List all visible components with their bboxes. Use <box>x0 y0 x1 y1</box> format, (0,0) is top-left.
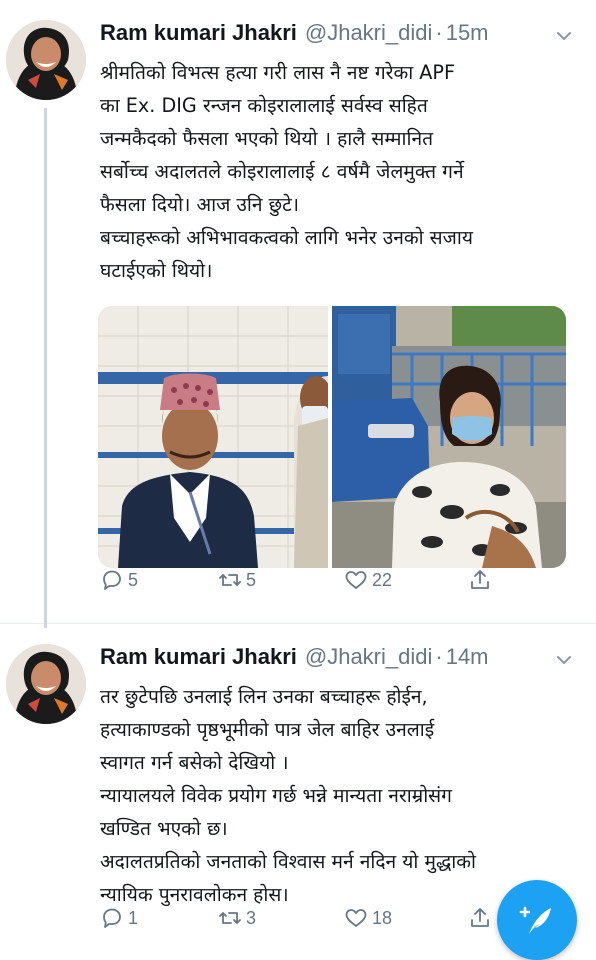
retweet-icon <box>219 574 241 586</box>
media-photo-man-in-topi[interactable] <box>98 306 328 568</box>
like-count: 22 <box>372 569 393 590</box>
share-icon <box>471 908 489 927</box>
share-button[interactable] <box>468 903 492 933</box>
reply-count: 5 <box>128 569 139 590</box>
tweet-media[interactable] <box>98 306 566 568</box>
compose-tweet-button[interactable] <box>497 880 577 960</box>
media-photo-woman-in-mask[interactable] <box>332 306 566 568</box>
reply-button[interactable]: 1 <box>100 903 138 933</box>
heart-icon <box>345 571 367 589</box>
retweet-count: 3 <box>246 907 257 928</box>
tweet-header: Ram kumari Jhakri @Jhakri_didi · 15m <box>100 20 489 50</box>
author-handle[interactable]: @Jhakri_didi <box>305 644 433 670</box>
tweet-text-line: श्रीमतिको विभत्स हत्या गरी लास नै नष्ट ग… <box>100 61 456 84</box>
separator-dot: · <box>435 20 443 45</box>
reply-button[interactable]: 5 <box>100 565 138 595</box>
compose-tweet-icon <box>519 906 551 934</box>
tweet-text: श्रीमतिको विभत्स हत्या गरी लास नै नष्ट ग… <box>100 56 580 287</box>
retweet-button[interactable]: 5 <box>218 565 256 595</box>
tweet-text: तर छुटेपछि उनलाई लिन उनका बच्चाहरू होईन,… <box>100 680 580 911</box>
like-count: 18 <box>372 907 393 928</box>
author-handle[interactable]: @Jhakri_didi <box>305 20 433 46</box>
avatar[interactable] <box>6 644 86 724</box>
like-button[interactable]: 22 <box>344 565 392 595</box>
tweet-text-line: जन्मकैदको फैसला भएको थियो । हालै सम्मानि… <box>100 127 434 150</box>
tweet-text-line: बच्चाहरूको अभिभावकत्वको लागि भनेर उनको स… <box>100 226 473 249</box>
heart-icon <box>345 909 367 927</box>
tweet-text-line: हत्याकाण्डको पृष्ठभूमीको पात्र जेल बाहिर… <box>100 718 435 741</box>
tweet-text-line: का Ex. DIG रन्जन कोइरालालाई सर्वस्व सहित <box>100 94 428 117</box>
reply-icon <box>103 908 121 928</box>
tweet-text-line: खण्डित भएको छ। <box>100 817 228 840</box>
tweet-text-line: घटाईएको थियो। <box>100 259 213 282</box>
separator-dot: · <box>435 644 443 669</box>
retweet-count: 5 <box>246 569 257 590</box>
tweet-text-line: स्वागत गर्न बसेको देखियो । <box>100 751 289 774</box>
share-button[interactable] <box>468 565 492 595</box>
reply-icon <box>103 570 121 590</box>
tweet[interactable]: Ram kumari Jhakri @Jhakri_didi · 15m श्र… <box>0 0 596 628</box>
chevron-down-icon[interactable] <box>554 650 574 670</box>
tweet-text-line: तर छुटेपछि उनलाई लिन उनका बच्चाहरू होईन, <box>100 685 428 708</box>
tweet-text-line: सर्बोच्च अदालतले कोइरालालाई ८ वर्षमै जेल… <box>100 160 464 183</box>
tweet-text-line: अदालतप्रतिको जनताको विश्वास मर्न नदिन यो… <box>100 850 476 873</box>
tweet-header: Ram kumari Jhakri @Jhakri_didi · 14m <box>100 644 489 674</box>
tweet-timestamp[interactable]: 14m <box>446 644 489 670</box>
share-icon <box>471 570 489 589</box>
chevron-down-icon[interactable] <box>554 26 574 46</box>
author-name[interactable]: Ram kumari Jhakri <box>100 20 297 46</box>
retweet-icon <box>219 912 241 924</box>
thread-connector-line <box>44 108 47 628</box>
author-name[interactable]: Ram kumari Jhakri <box>100 644 297 670</box>
tweet-timestamp[interactable]: 15m <box>446 20 489 46</box>
avatar[interactable] <box>6 20 86 100</box>
reply-count: 1 <box>128 907 139 928</box>
retweet-button[interactable]: 3 <box>218 903 256 933</box>
like-button[interactable]: 18 <box>344 903 392 933</box>
tweet-text-line: फैसला दियो। आज उनि छुटे। <box>100 193 300 216</box>
tweet-text-line: न्यायालयले विवेक प्रयोग गर्छ भन्ने मान्य… <box>100 784 452 807</box>
